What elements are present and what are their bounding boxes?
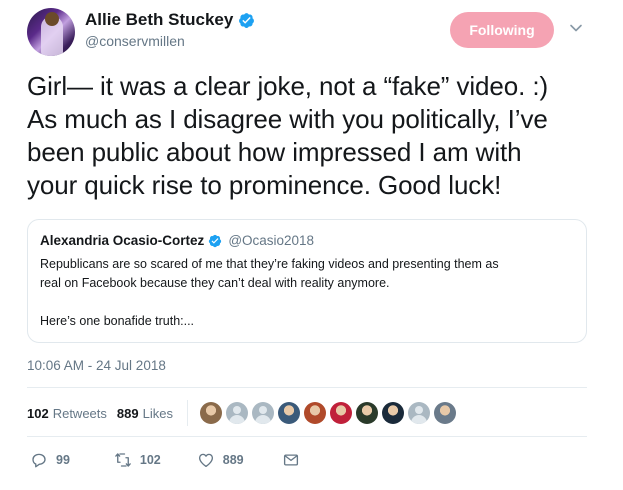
tweet-timestamp[interactable]: 10:06 AM - 24 Jul 2018 <box>27 358 166 373</box>
tweet-text-line: Girl— it was a clear joke, not a “fake” … <box>27 71 549 101</box>
reply-count: 99 <box>56 453 70 467</box>
liker-avatar[interactable] <box>251 402 274 424</box>
likers-avatars <box>199 402 456 424</box>
quoted-tweet-header: Alexandria Ocasio-Cortez @Ocasio2018 <box>40 233 574 248</box>
likes-stat[interactable]: 889 Likes <box>117 406 173 421</box>
following-button[interactable]: Following <box>450 12 554 48</box>
quoted-tweet-text: Republicans are so scared of me that the… <box>40 255 574 331</box>
tweet-text-line: been public about how impressed I am wit… <box>27 137 522 167</box>
liker-avatar[interactable] <box>303 402 326 424</box>
direct-message-action[interactable] <box>282 451 300 469</box>
chevron-down-icon[interactable] <box>568 20 584 36</box>
quoted-text-line: Here’s one bonafide truth:... <box>40 314 195 328</box>
liker-avatar[interactable] <box>199 402 222 424</box>
like-action[interactable]: 889 <box>197 451 244 469</box>
author-name-block: Allie Beth Stuckey @conservmillen <box>85 10 255 49</box>
quoted-text-line: real on Facebook because they can’t deal… <box>40 276 390 290</box>
quoted-author-name: Alexandria Ocasio-Cortez <box>40 233 205 248</box>
author-name-row: Allie Beth Stuckey <box>85 10 255 30</box>
author-display-name[interactable]: Allie Beth Stuckey <box>85 10 233 30</box>
likes-label: Likes <box>142 405 173 421</box>
like-count: 889 <box>222 453 244 467</box>
retweets-count: 102 <box>27 405 49 421</box>
reply-action[interactable]: 99 <box>30 451 70 469</box>
retweets-stat[interactable]: 102 Retweets <box>27 406 107 421</box>
heart-icon <box>198 453 213 468</box>
quoted-tweet-card[interactable]: Alexandria Ocasio-Cortez @Ocasio2018 Rep… <box>27 219 587 343</box>
tweet-text-line: your quick rise to prominence. Good luck… <box>27 170 502 200</box>
quoted-author-handle: @Ocasio2018 <box>228 233 315 248</box>
likes-count: 889 <box>116 405 139 421</box>
tweet-header: Allie Beth Stuckey @conservmillen Follow… <box>27 8 597 60</box>
liker-avatar[interactable] <box>329 402 352 424</box>
quoted-text-line <box>40 293 574 312</box>
tweet-text: Girl— it was a clear joke, not a “fake” … <box>27 70 597 202</box>
retweet-icon <box>115 453 131 467</box>
retweet-action[interactable]: 102 <box>114 451 161 469</box>
mail-icon <box>283 454 298 466</box>
stats-separator <box>186 400 188 426</box>
liker-avatar[interactable] <box>355 402 378 424</box>
tweet-actions: 99 102 889 <box>30 451 300 469</box>
liker-avatar[interactable] <box>433 402 456 424</box>
author-handle[interactable]: @conservmillen <box>85 33 255 49</box>
liker-avatar[interactable] <box>381 402 404 424</box>
reply-icon <box>32 453 46 468</box>
verified-badge-icon <box>209 234 222 247</box>
divider <box>27 387 587 388</box>
retweets-label: Retweets <box>52 405 107 421</box>
verified-badge-icon <box>239 12 255 28</box>
author-avatar[interactable] <box>27 8 75 56</box>
tweet-text-line: As much as I disagree with you political… <box>27 104 548 134</box>
quoted-text-line: Republicans are so scared of me that the… <box>40 257 499 271</box>
divider <box>27 436 587 437</box>
tweet-stats: 102 Retweets 889 Likes <box>27 400 456 426</box>
liker-avatar[interactable] <box>225 402 248 424</box>
retweet-count: 102 <box>139 453 161 467</box>
liker-avatar[interactable] <box>277 402 300 424</box>
liker-avatar[interactable] <box>407 402 430 424</box>
avatar-head <box>45 12 59 26</box>
